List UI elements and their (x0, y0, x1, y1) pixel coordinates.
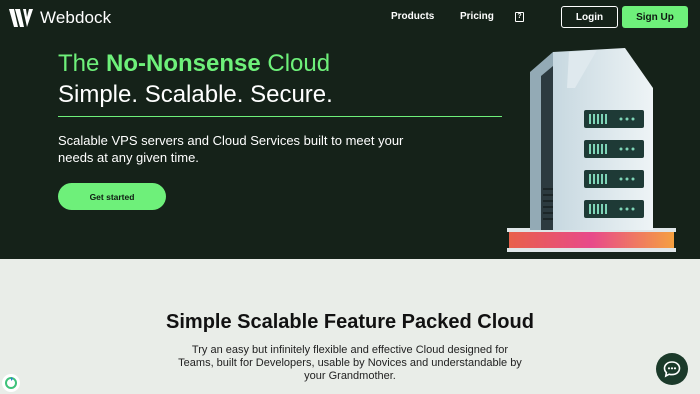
feature-title: Simple Scalable Feature Packed Cloud (166, 311, 534, 333)
feature-description: Try an easy but infinitely flexible and … (178, 344, 522, 382)
hero-divider (58, 116, 502, 117)
nav-pricing[interactable]: Pricing (460, 11, 494, 22)
recaptcha-glyph-icon (5, 377, 17, 389)
logo-text: Webdock (40, 8, 112, 27)
help-book-icon[interactable]: ? (515, 12, 524, 22)
logo[interactable]: Webdock (8, 8, 111, 28)
get-started-button[interactable]: Get started (58, 183, 166, 210)
chat-glyph-icon (663, 361, 681, 378)
chat-bubble-icon[interactable] (656, 353, 688, 385)
hero-tagline: Scalable VPS servers and Cloud Services … (58, 133, 404, 165)
signup-button[interactable]: Sign Up (622, 6, 688, 28)
nav-products[interactable]: Products (391, 11, 434, 22)
recaptcha-badge-icon[interactable] (2, 374, 20, 392)
server-rack-illustration (507, 48, 676, 252)
hero-headline: The No-Nonsense Cloud (58, 50, 331, 77)
webdock-logo-icon (9, 9, 33, 27)
hero-subheadline: Simple. Scalable. Secure. (58, 81, 333, 108)
headline-emphasis: No-Nonsense (106, 50, 261, 77)
login-button[interactable]: Login (561, 6, 618, 28)
hero-section: Webdock Products Pricing ? Login Sign Up… (0, 0, 700, 259)
